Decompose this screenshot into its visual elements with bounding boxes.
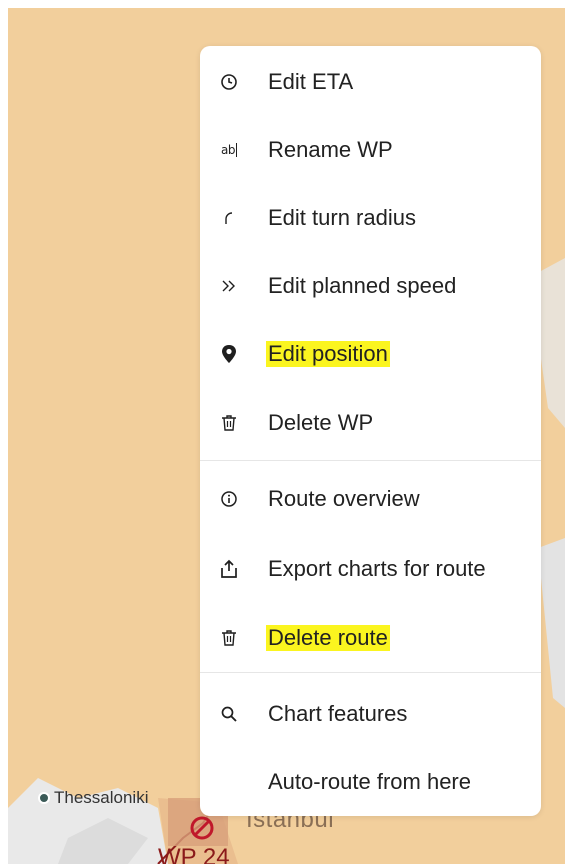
menu-item-export-charts-for-route[interactable]: Export charts for route xyxy=(200,544,541,594)
waypoint-label: WP 24 xyxy=(158,844,230,864)
menu-item-edit-planned-speed[interactable]: Edit planned speed xyxy=(200,261,541,311)
menu-item-chart-features[interactable]: Chart features xyxy=(200,689,541,739)
menu-item-label: Rename WP xyxy=(268,137,393,162)
clock-icon xyxy=(218,71,240,93)
map-city-thessaloniki[interactable]: Thessaloniki xyxy=(38,788,149,808)
menu-item-label: Export charts for route xyxy=(268,556,486,581)
menu-divider xyxy=(200,672,541,673)
turn-radius-icon xyxy=(218,207,240,229)
rename-text-icon: ab xyxy=(221,143,237,157)
city-label: Thessaloniki xyxy=(54,788,149,807)
menu-item-label: Delete WP xyxy=(268,410,374,435)
menu-item-label: Edit turn radius xyxy=(268,205,416,230)
menu-item-label: Delete route xyxy=(266,625,390,651)
menu-item-label: Edit ETA xyxy=(268,69,354,94)
menu-item-edit-position[interactable]: Edit position xyxy=(200,329,541,379)
trash-icon xyxy=(218,627,240,649)
menu-item-edit-eta[interactable]: Edit ETA xyxy=(200,57,541,107)
menu-item-label: Auto-route from here xyxy=(268,769,471,794)
double-chevron-icon xyxy=(218,275,240,297)
menu-item-edit-turn-radius[interactable]: Edit turn radius xyxy=(200,193,541,243)
menu-item-rename-wp[interactable]: ab Rename WP xyxy=(200,125,541,175)
menu-item-label: Route overview xyxy=(268,486,420,511)
location-pin-icon xyxy=(218,343,240,365)
menu-item-delete-wp[interactable]: Delete WP xyxy=(200,398,541,448)
menu-item-delete-route[interactable]: Delete route xyxy=(200,613,541,663)
menu-divider xyxy=(200,460,541,461)
city-marker-icon xyxy=(38,792,50,804)
search-icon xyxy=(218,703,240,725)
menu-item-label: Edit position xyxy=(266,341,390,367)
menu-item-route-overview[interactable]: Route overview xyxy=(200,474,541,524)
menu-item-label: Edit planned speed xyxy=(268,273,457,298)
export-icon xyxy=(218,558,240,580)
menu-item-label: Chart features xyxy=(268,701,408,726)
menu-item-auto-route-from-here[interactable]: Auto-route from here xyxy=(200,757,541,807)
info-icon xyxy=(218,488,240,510)
context-menu: Edit ETA ab Rename WP Edit turn radius E… xyxy=(200,46,541,816)
trash-icon xyxy=(218,412,240,434)
